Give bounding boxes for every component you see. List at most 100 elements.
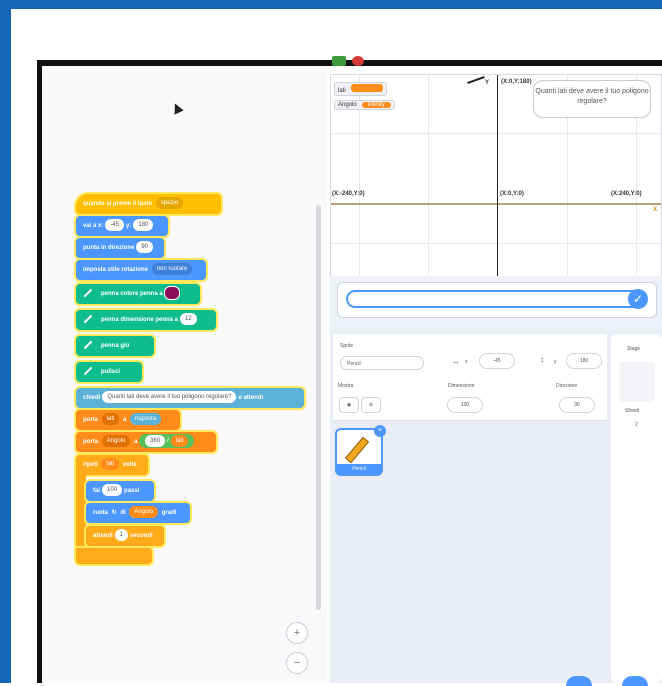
set-lati-block[interactable]: porta lati a risposta [76,410,180,430]
wait-seconds-block[interactable]: attendi 1 secondi [86,526,164,546]
erase-all-block[interactable]: pulisci [76,362,142,382]
sprite-label: Sprite [340,343,354,349]
repeat-block[interactable]: ripeti lati volte [76,455,148,475]
backdrops-label: Sfondi [625,408,640,414]
stop-icon[interactable] [352,56,364,66]
block-label: volte [122,462,137,468]
pencil-icon [344,436,370,464]
size-field[interactable]: 100 [447,397,483,413]
x-label: x [465,359,468,365]
block-label: passi [124,488,140,494]
variable-monitor-lati: lati [334,82,387,96]
block-label: vai a x: [83,223,104,229]
pen-color-swatch[interactable] [164,286,181,301]
block-label: ruota [93,510,108,516]
key-dropdown[interactable]: spazio [155,197,184,210]
block-label: di [120,510,126,516]
point-direction-block[interactable]: punta in direzione 90 [76,238,164,258]
pen-size-input[interactable]: 12 [180,313,197,326]
delete-icon[interactable]: × [374,425,386,437]
stage-thumbnail[interactable] [619,362,655,402]
block-label: porta [83,417,98,423]
block-label: penna giù [101,343,130,349]
operator-label: / [167,438,169,445]
pen-down-block[interactable]: penna giù [76,336,154,356]
variable-name: Angolo [338,102,357,108]
question-input[interactable]: Quanti lati deve avere il tuo poligono r… [102,391,237,404]
rotation-style-block[interactable]: imposta stile rotazione non ruotare [76,260,206,280]
block-label: gradi [161,510,177,516]
y-axis-label: Y [485,80,490,86]
block-label: punta in direzione [83,245,135,251]
angolo-reporter[interactable]: Angolo [129,506,159,519]
direction-field[interactable]: 90 [559,397,595,413]
block-label: secondi [130,533,153,539]
repeat-block-arm [76,475,86,550]
y-arrows-icon: ↕ [540,355,544,364]
divide-operator[interactable]: 360/lati [139,434,195,449]
variable-value [350,84,383,92]
set-angolo-block[interactable]: porta Angolo a 360/lati [76,432,216,452]
zoom-in-button[interactable]: + [286,622,308,644]
block-label: y: [126,223,132,229]
size-label: Dimensione [448,383,475,389]
dividend-input[interactable]: 360 [145,434,166,447]
sprite-tile-pencil[interactable]: Pencil × [335,425,386,476]
goto-xy-block[interactable]: vai a x: -45 y: 180 [76,216,168,236]
block-label: imposta stile rotazione [83,267,149,273]
variable-dropdown[interactable]: lati [101,413,120,426]
y-axis [497,75,498,279]
block-label: penna colore penna a [101,291,163,297]
block-label: porta [83,439,98,445]
green-flag-icon[interactable] [332,56,346,66]
show-eye-icon[interactable]: ◉ [339,397,359,413]
backdrops-count: 2 [635,422,638,428]
speech-bubble: Quanti lati deve avere il tuo poligono r… [533,80,651,118]
x-field[interactable]: -45 [479,353,515,369]
stage-target-pane[interactable]: Stage Sfondi 2 [611,334,662,683]
block-label: e attendi [238,395,264,401]
block-label: chiedi [83,395,101,401]
add-sprite-button[interactable] [566,676,592,686]
when-key-pressed-block[interactable]: quando si preme il tasto spazio [76,194,221,214]
pen-size-block[interactable]: penna dimensione penna a 12 [76,310,216,330]
y-input[interactable]: 180 [133,219,154,232]
pen-color-block[interactable]: penna colore penna a [76,284,200,304]
coord-center: (X:0,Y:0) [500,191,524,197]
y-field[interactable]: 180 [566,353,602,369]
turn-block[interactable]: ruota ↻ di Angolo gradi [86,503,190,523]
y-label: y [554,359,557,365]
answer-reporter[interactable]: risposta [130,413,162,426]
x-arrows-icon: ↔ [452,357,460,366]
lati-reporter[interactable]: lati [101,458,120,471]
rotation-dropdown[interactable]: non ruotare [151,263,193,276]
coord-right: (X:240,Y:0) [611,191,642,197]
answer-input[interactable] [346,290,644,308]
x-input[interactable]: -45 [105,219,125,232]
zoom-out-button[interactable]: − [286,652,308,674]
hide-eye-icon[interactable]: ⊘ [361,397,381,413]
sprite-name-field[interactable]: Pencil [340,356,424,370]
block-label: a [123,417,127,423]
direction-label: Direzione [556,383,578,389]
code-scrollbar[interactable] [316,205,321,610]
repeat-block-footer [76,548,152,564]
variable-monitor-angolo: Angolo infinity [334,100,395,110]
block-label: ripeti [83,462,98,468]
ask-prompt: ✓ [337,282,657,318]
pencil-sprite-trace [467,75,485,85]
steps-input[interactable]: 100 [102,484,123,497]
lati-reporter[interactable]: lati [170,434,189,447]
direction-input[interactable]: 90 [136,241,154,254]
block-label: penna dimensione penna a [101,317,179,323]
variable-dropdown[interactable]: Angolo [101,435,131,448]
move-steps-block[interactable]: fai 100 passi [86,481,154,501]
coord-top: (X:0,Y:180) [501,79,532,85]
variable-value: infinity [361,102,391,108]
check-icon[interactable]: ✓ [628,289,648,309]
pen-icon [83,315,93,324]
ask-and-wait-block[interactable]: chiedi Quanti lati deve avere il tuo poli… [76,388,304,408]
seconds-input[interactable]: 1 [114,529,129,542]
add-backdrop-button[interactable] [622,676,648,686]
block-label: quando si preme il tasto [83,201,153,207]
